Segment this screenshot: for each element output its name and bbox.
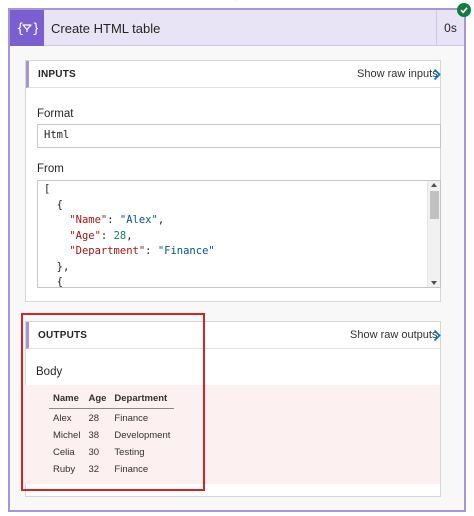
code-token: 28	[113, 229, 127, 242]
code-token: [	[44, 183, 51, 195]
flow-connector-arrow-icon	[236, 0, 238, 1]
from-json-code: [ { "Name": "Alex", "Age": 28, "Departme…	[44, 182, 215, 288]
code-token: :	[145, 245, 158, 257]
scroll-up-arrow-icon[interactable]	[431, 183, 437, 187]
svg-text:{: {	[16, 22, 24, 37]
code-line: "Department": "Finance"	[44, 244, 215, 260]
code-token: },	[44, 260, 70, 273]
chevron-right-icon[interactable]	[432, 68, 442, 81]
from-label: From	[37, 163, 64, 175]
chevron-right-icon[interactable]	[432, 329, 442, 342]
scroll-down-arrow-icon[interactable]	[431, 281, 437, 285]
code-token: "Age"	[69, 229, 101, 242]
action-title: Create HTML table	[51, 21, 161, 36]
code-token: :	[100, 229, 114, 242]
format-field[interactable]: Html	[37, 124, 441, 148]
code-line: },	[44, 260, 215, 276]
highlight-annotation	[21, 313, 205, 491]
inputs-section-title: INPUTS	[38, 69, 76, 80]
code-token: "Finance"	[157, 245, 215, 257]
from-json-editor[interactable]: [ { "Name": "Alex", "Age": 28, "Departme…	[37, 180, 441, 288]
scroll-thumb[interactable]	[430, 191, 439, 219]
format-label: Format	[37, 108, 74, 120]
code-line: {	[44, 275, 215, 288]
code-token: "Name"	[69, 214, 108, 226]
code-token: {	[44, 276, 63, 288]
code-token: "Department"	[69, 245, 146, 257]
code-line: "Age": 28,	[44, 229, 215, 245]
code-token: "Alex"	[119, 214, 158, 226]
code-token: ,	[126, 229, 133, 242]
code-line: {	[44, 198, 215, 214]
code-line: "Name": "Alex",	[44, 213, 215, 229]
from-scrollbar[interactable]	[427, 181, 440, 287]
svg-text:}: }	[32, 22, 38, 37]
show-raw-inputs-link[interactable]: Show raw inputs	[357, 68, 438, 80]
code-token: :	[107, 214, 120, 226]
show-raw-outputs-link[interactable]: Show raw outputs	[350, 329, 437, 341]
success-check-icon	[457, 3, 471, 17]
action-header[interactable]: { } Create HTML table 0s	[10, 10, 464, 46]
table-action-icon: { }	[10, 10, 44, 46]
inputs-panel-header: INPUTS Show raw inputs	[26, 61, 442, 88]
code-token: {	[44, 198, 63, 211]
code-line: [	[44, 182, 215, 198]
code-token: ,	[157, 214, 165, 226]
